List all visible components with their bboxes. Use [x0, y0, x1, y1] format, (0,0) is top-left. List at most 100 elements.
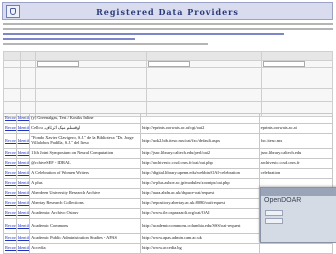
search-cell — [261, 67, 333, 90]
search-input[interactable] — [148, 61, 190, 68]
search-col — [35, 51, 147, 61]
search-cell — [3, 59, 21, 69]
identify-link[interactable]: Identify — [15, 218, 31, 234]
intro-line — [3, 28, 333, 30]
record-link[interactable]: Record — [3, 198, 17, 209]
provider-name: Academic Commons — [29, 218, 142, 234]
identify-link[interactable]: Identify — [15, 233, 31, 244]
record-link[interactable]: Record — [3, 113, 17, 124]
provider-id: jsnc.library.caltech.edu — [258, 148, 334, 159]
search-cell — [20, 88, 36, 103]
record-link[interactable]: Record — [3, 123, 17, 134]
provider-url: http://www.apas.admin.cam.ac.uk — [140, 233, 260, 244]
table-row: RecordIdentifyAccediahttp://www.accedia.… — [3, 243, 334, 254]
provider-name: A plus — [29, 178, 142, 189]
provider-name: Academia: Archivo Osiruv — [29, 208, 142, 219]
provider-url: http://jsnc.library.caltech.edu/perl/oai… — [140, 148, 260, 159]
site-header: Registered Data Providers — [2, 2, 333, 20]
provider-id: archivesic.ccsd.cnrs.fr — [258, 158, 334, 169]
table-row: RecordIdentify@rchiveSEF - IDRALhttp://a… — [3, 158, 334, 169]
search-row — [3, 59, 333, 69]
provider-url: http://eprints.oorwais.ac.at/cgi/oai2 — [140, 123, 260, 134]
provider-name: Academic Public Administration Studies -… — [29, 233, 142, 244]
provider-name: Aberdeen University Research Archive — [29, 188, 142, 199]
provider-url — [140, 113, 260, 124]
provider-name: 11th Joint Symposium on Neural Computati… — [29, 148, 142, 159]
intro-link-line[interactable] — [3, 33, 284, 35]
record-link[interactable]: Record — [3, 233, 17, 244]
search-table-head — [3, 51, 333, 61]
intro-link-line[interactable] — [3, 38, 135, 40]
overlay-window[interactable]: OpenDOAR — [260, 187, 336, 243]
record-link[interactable]: Record — [3, 188, 17, 199]
record-link[interactable]: Record — [3, 148, 17, 159]
intro-text — [3, 23, 333, 48]
identify-link[interactable]: Identify — [15, 188, 31, 199]
search-row — [3, 67, 333, 90]
table-row: RecordIdentifyA Celebration of Women Wri… — [3, 168, 334, 179]
search-cell — [3, 67, 21, 90]
overlay-titlebar[interactable] — [261, 188, 336, 196]
provider-url: http://www.ile.ospazzaoli.org/oai/OAI — [140, 208, 260, 219]
search-cell — [261, 88, 333, 103]
identify-link[interactable]: Identify — [15, 178, 31, 189]
identify-link[interactable]: Identify — [15, 168, 31, 179]
record-link[interactable]: Record — [3, 208, 17, 219]
overlay-title: OpenDOAR — [264, 197, 302, 204]
provider-url: http://academiccommons.columbia.edu/SSS/… — [140, 218, 260, 234]
identify-link[interactable]: Identify — [15, 158, 31, 169]
table-row: RecordIdentify(y) Greenalgas, Test / Kos… — [3, 113, 334, 124]
overlay-button[interactable] — [265, 218, 283, 224]
search-row — [3, 88, 333, 103]
search-col — [3, 51, 21, 61]
provider-name: Abertay Research Collections — [29, 198, 142, 209]
record-link[interactable]: Record — [3, 218, 17, 234]
search-col — [20, 51, 36, 61]
identify-link[interactable]: Identify — [15, 123, 31, 134]
provider-url: http://a-plus.ashoe.ac.jp/modules/xoonip… — [140, 178, 260, 189]
identify-link[interactable]: Identify — [15, 208, 31, 219]
page-title: Registered Data Providers — [96, 7, 239, 17]
search-col — [261, 51, 333, 61]
search-input[interactable] — [37, 61, 79, 68]
identify-link[interactable]: Identify — [15, 148, 31, 159]
record-link[interactable]: Record — [3, 133, 17, 149]
provider-url: http://repository.abertay.ac.uk:8080/oai… — [140, 198, 260, 209]
table-row: RecordIdentify"Fondo Xavier Clavigero, S… — [3, 133, 334, 149]
provider-name: @rchiveSEF - IDRAL — [29, 158, 142, 169]
search-cell — [261, 59, 333, 69]
provider-id — [258, 113, 334, 124]
provider-url: http://digital.library.upenn.edu/webbin/… — [140, 168, 260, 179]
search-cell — [146, 67, 262, 90]
record-link[interactable]: Record — [3, 243, 17, 254]
identify-link[interactable]: Identify — [15, 133, 31, 149]
search-cell — [35, 88, 147, 103]
search-cell — [146, 59, 262, 69]
record-link[interactable]: Record — [3, 168, 17, 179]
identify-link[interactable]: Identify — [15, 113, 31, 124]
intro-line — [3, 43, 208, 45]
search-cell — [3, 88, 21, 103]
provider-url: http://aura.abdn.ac.uk/dspace-oai/reques… — [140, 188, 260, 199]
search-cell — [146, 88, 262, 103]
provider-url: http://archivesic.ccsd.cnrs.fr/oai/oai.p… — [140, 158, 260, 169]
provider-name: "Fondo Xavier Clavigero, S.J." de la Bib… — [29, 133, 142, 149]
provider-name: Cellcu ,اوقسلم میک اثرتاف — [29, 123, 142, 134]
search-cell — [20, 59, 36, 69]
provider-id: fxc.iteso.mx — [258, 133, 334, 149]
identify-link[interactable]: Identify — [15, 198, 31, 209]
record-link[interactable]: Record — [3, 178, 17, 189]
provider-name: Accedia — [29, 243, 142, 254]
search-cell — [20, 67, 36, 90]
identify-link[interactable]: Identify — [15, 243, 31, 254]
provider-name: (y) Greenalgas, Test / Kosiks Inline — [29, 113, 142, 124]
search-cell — [35, 59, 147, 69]
search-input[interactable] — [263, 61, 305, 68]
provider-id: eprints.oorwais.ac.at — [258, 123, 334, 134]
provider-url: http://aok2.bib.iteso.mx/oai/fxc/default… — [140, 133, 260, 149]
provider-name: A Celebration of Women Writers — [29, 168, 142, 179]
overlay-button[interactable] — [265, 210, 283, 216]
table-row: RecordIdentifyCellcu ,اوقسلم میک اثرتافh… — [3, 123, 334, 134]
record-link[interactable]: Record — [3, 158, 17, 169]
table-row: RecordIdentify11th Joint Symposium on Ne… — [3, 148, 334, 159]
